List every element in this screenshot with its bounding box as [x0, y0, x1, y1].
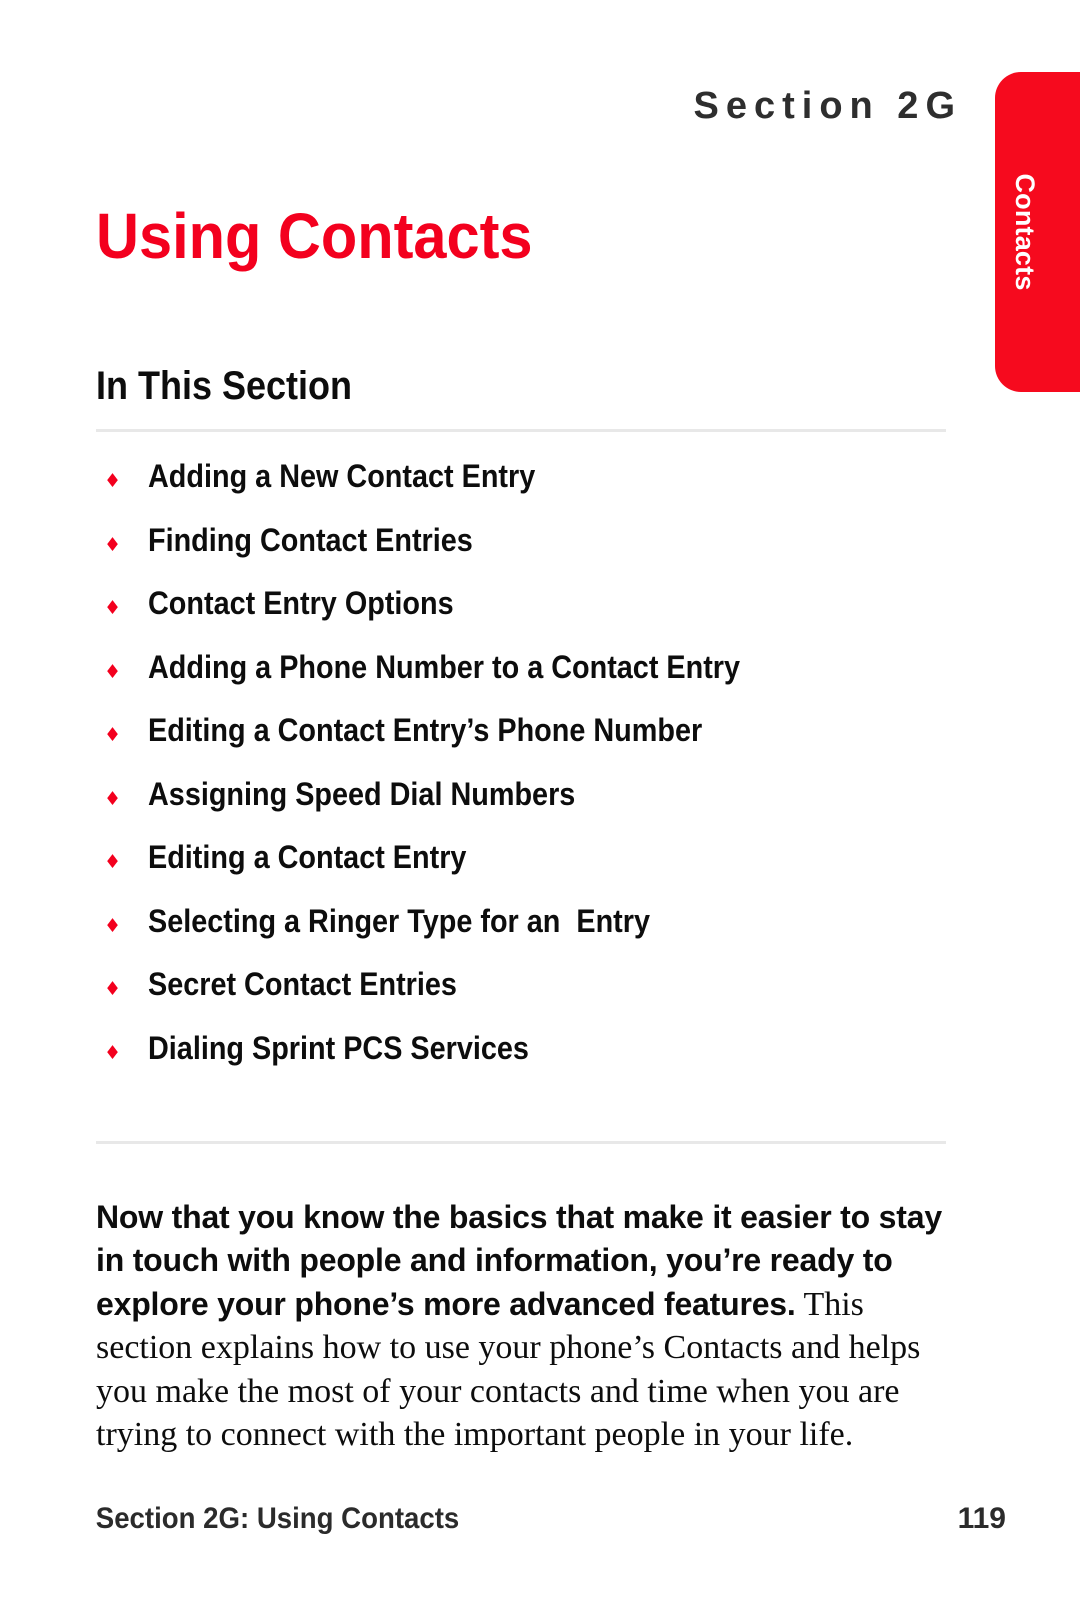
list-item-label: Finding Contact Entries: [148, 521, 473, 558]
list-item: ♦ Selecting a Ringer Type for an Entry: [96, 903, 956, 967]
list-item-label: Secret Contact Entries: [148, 966, 457, 1002]
footer-section-label: Section 2G: Using Contacts: [95, 1502, 460, 1535]
section-eyebrow: Section 2G: [693, 85, 962, 127]
list-item: ♦ Assigning Speed Dial Numbers: [96, 776, 956, 840]
section-thumb-tab-label: Contacts: [1010, 173, 1041, 291]
list-item: ♦ Secret Contact Entries: [96, 966, 956, 1030]
list-item: ♦ Contact Entry Options: [96, 585, 956, 649]
list-item-label: Editing a Contact Entry’s Phone Number: [148, 712, 703, 748]
section-thumb-tab: Contacts: [995, 72, 1080, 392]
list-item-label: Contact Entry Options: [148, 585, 454, 621]
diamond-bullet-icon: ♦: [104, 787, 122, 810]
diamond-bullet-icon: ♦: [104, 533, 122, 556]
footer-page-number: 119: [957, 1502, 1006, 1535]
diamond-bullet-icon: ♦: [104, 1041, 122, 1064]
page-footer: Section 2G: Using Contacts 119: [80, 1502, 1006, 1536]
list-item: ♦ Adding a New Contact Entry: [96, 458, 956, 522]
diamond-bullet-icon: ♦: [104, 470, 122, 492]
list-item-label: Adding a Phone Number to a Contact Entry: [148, 648, 741, 685]
page-title: Using Contacts: [96, 200, 533, 272]
diamond-bullet-icon: ♦: [104, 914, 122, 937]
diamond-bullet-icon: ♦: [104, 978, 122, 1000]
list-item-label: Adding a New Contact Entry: [148, 458, 536, 494]
list-item-label: Dialing Sprint PCS Services: [148, 1029, 529, 1066]
divider-top: [96, 429, 946, 432]
list-item: ♦ Editing a Contact Entry: [96, 839, 956, 903]
document-page: Contacts Section 2G Using Contacts In Th…: [0, 0, 1080, 1620]
diamond-bullet-icon: ♦: [104, 851, 122, 873]
in-this-section-heading: In This Section: [96, 364, 353, 408]
list-item-label: Editing a Contact Entry: [148, 839, 467, 875]
list-item-label: Selecting a Ringer Type for an Entry: [148, 902, 650, 939]
intro-paragraph: Now that you know the basics that make i…: [96, 1196, 958, 1457]
diamond-bullet-icon: ♦: [104, 660, 122, 683]
diamond-bullet-icon: ♦: [104, 597, 122, 619]
divider-bottom: [96, 1141, 946, 1144]
diamond-bullet-icon: ♦: [104, 724, 122, 746]
list-item: ♦ Finding Contact Entries: [96, 522, 956, 586]
in-this-section-list: ♦ Adding a New Contact Entry ♦ Finding Cont…: [96, 458, 956, 1093]
list-item-label: Assigning Speed Dial Numbers: [148, 775, 576, 812]
list-item: ♦ Dialing Sprint PCS Services: [96, 1030, 956, 1094]
list-item: ♦ Editing a Contact Entry’s Phone Number: [96, 712, 956, 776]
list-item: ♦ Adding a Phone Number to a Contact Entr…: [96, 649, 956, 713]
